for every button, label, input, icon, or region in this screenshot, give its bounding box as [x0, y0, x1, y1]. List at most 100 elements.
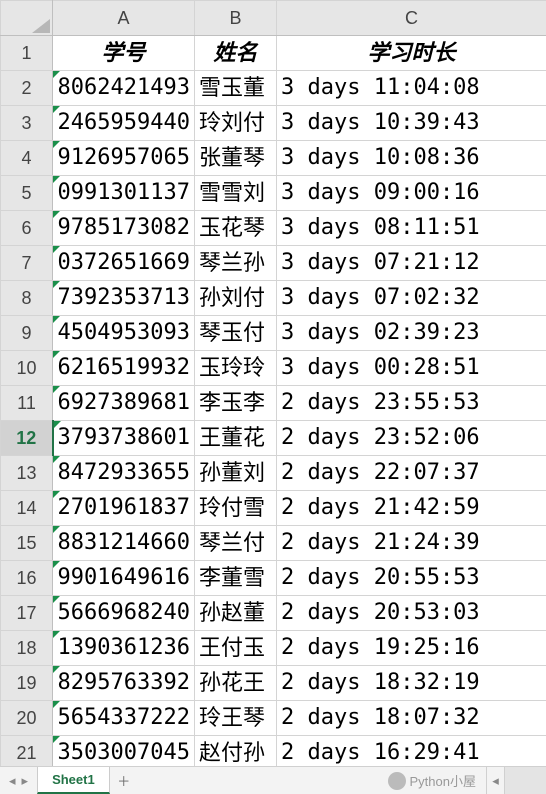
cell-B8[interactable]: 孙刘付 — [195, 281, 277, 316]
row-header[interactable]: 3 — [1, 106, 53, 141]
cell-A2[interactable]: 8062421493 — [53, 71, 195, 106]
watermark: Python小屋 — [378, 767, 486, 794]
nav-next-icon[interactable]: ▸ — [22, 773, 29, 789]
cell-B7[interactable]: 琴兰孙 — [195, 246, 277, 281]
cell-A6[interactable]: 9785173082 — [53, 211, 195, 246]
watermark-avatar-icon — [388, 772, 406, 790]
cell-B1[interactable]: 姓名 — [195, 36, 277, 71]
row-header[interactable]: 11 — [1, 386, 53, 421]
watermark-text: Python小屋 — [410, 771, 476, 790]
row-header[interactable]: 10 — [1, 351, 53, 386]
hscroll-left-button[interactable]: ◂ — [486, 767, 504, 794]
cell-B11[interactable]: 李玉李 — [195, 386, 277, 421]
row-header[interactable]: 13 — [1, 456, 53, 491]
cell-C6[interactable]: 3 days 08:11:51 — [277, 211, 546, 246]
cell-A21[interactable]: 3503007045 — [53, 736, 195, 767]
cell-A5[interactable]: 0991301137 — [53, 176, 195, 211]
cell-A19[interactable]: 8295763392 — [53, 666, 195, 701]
cell-A14[interactable]: 2701961837 — [53, 491, 195, 526]
cell-C16[interactable]: 2 days 20:55:53 — [277, 561, 546, 596]
row-header[interactable]: 17 — [1, 596, 53, 631]
cell-A18[interactable]: 1390361236 — [53, 631, 195, 666]
cell-A10[interactable]: 6216519932 — [53, 351, 195, 386]
row-header[interactable]: 18 — [1, 631, 53, 666]
cell-B2[interactable]: 雪玉董 — [195, 71, 277, 106]
cell-A9[interactable]: 4504953093 — [53, 316, 195, 351]
cell-A4[interactable]: 9126957065 — [53, 141, 195, 176]
cell-C18[interactable]: 2 days 19:25:16 — [277, 631, 546, 666]
sheet-tab-active[interactable]: Sheet1 — [37, 767, 110, 794]
nav-prev-icon[interactable]: ◂ — [9, 773, 16, 789]
row-header[interactable]: 5 — [1, 176, 53, 211]
cell-B14[interactable]: 玲付雪 — [195, 491, 277, 526]
cell-C13[interactable]: 2 days 22:07:37 — [277, 456, 546, 491]
col-header-c[interactable]: C — [277, 1, 546, 36]
row-header[interactable]: 7 — [1, 246, 53, 281]
cell-A20[interactable]: 5654337222 — [53, 701, 195, 736]
row-header[interactable]: 19 — [1, 666, 53, 701]
cell-C10[interactable]: 3 days 00:28:51 — [277, 351, 546, 386]
cell-C19[interactable]: 2 days 18:32:19 — [277, 666, 546, 701]
cell-C14[interactable]: 2 days 21:42:59 — [277, 491, 546, 526]
cell-C7[interactable]: 3 days 07:21:12 — [277, 246, 546, 281]
cell-A1[interactable]: 学号 — [53, 36, 195, 71]
row-header[interactable]: 9 — [1, 316, 53, 351]
select-all-corner[interactable] — [1, 1, 53, 36]
cell-C3[interactable]: 3 days 10:39:43 — [277, 106, 546, 141]
cell-C20[interactable]: 2 days 18:07:32 — [277, 701, 546, 736]
cell-B13[interactable]: 孙董刘 — [195, 456, 277, 491]
cell-C8[interactable]: 3 days 07:02:32 — [277, 281, 546, 316]
row-header[interactable]: 20 — [1, 701, 53, 736]
cell-C4[interactable]: 3 days 10:08:36 — [277, 141, 546, 176]
cell-B6[interactable]: 玉花琴 — [195, 211, 277, 246]
cell-B12[interactable]: 王董花 — [195, 421, 277, 456]
row-header[interactable]: 8 — [1, 281, 53, 316]
cell-B18[interactable]: 王付玉 — [195, 631, 277, 666]
cell-C17[interactable]: 2 days 20:53:03 — [277, 596, 546, 631]
cell-C2[interactable]: 3 days 11:04:08 — [277, 71, 546, 106]
cell-B4[interactable]: 张董琴 — [195, 141, 277, 176]
cell-C1[interactable]: 学习时长 — [277, 36, 546, 71]
cell-A12[interactable]: 3793738601 — [53, 421, 195, 456]
cell-C9[interactable]: 3 days 02:39:23 — [277, 316, 546, 351]
cell-B17[interactable]: 孙赵董 — [195, 596, 277, 631]
row-header[interactable]: 1 — [1, 36, 53, 71]
row-header[interactable]: 15 — [1, 526, 53, 561]
cell-B15[interactable]: 琴兰付 — [195, 526, 277, 561]
row-header[interactable]: 4 — [1, 141, 53, 176]
row-header[interactable]: 14 — [1, 491, 53, 526]
cell-B10[interactable]: 玉玲玲 — [195, 351, 277, 386]
cell-A15[interactable]: 8831214660 — [53, 526, 195, 561]
row-header[interactable]: 21 — [1, 736, 53, 767]
spreadsheet-grid[interactable]: A B C 1学号姓名学习时长 28062421493雪玉董3 days 11:0… — [0, 0, 546, 766]
row-header[interactable]: 12 — [1, 421, 53, 456]
row-header[interactable]: 2 — [1, 71, 53, 106]
grid-table: A B C 1学号姓名学习时长 28062421493雪玉董3 days 11:0… — [0, 0, 546, 766]
tab-nav: ◂ ▸ — [0, 767, 37, 794]
cell-A3[interactable]: 2465959440 — [53, 106, 195, 141]
col-header-a[interactable]: A — [53, 1, 195, 36]
cell-A16[interactable]: 9901649616 — [53, 561, 195, 596]
cell-C11[interactable]: 2 days 23:55:53 — [277, 386, 546, 421]
cell-C5[interactable]: 3 days 09:00:16 — [277, 176, 546, 211]
cell-A7[interactable]: 0372651669 — [53, 246, 195, 281]
cell-C15[interactable]: 2 days 21:24:39 — [277, 526, 546, 561]
cell-B3[interactable]: 玲刘付 — [195, 106, 277, 141]
cell-B19[interactable]: 孙花王 — [195, 666, 277, 701]
cell-A11[interactable]: 6927389681 — [53, 386, 195, 421]
cell-B20[interactable]: 玲王琴 — [195, 701, 277, 736]
cell-A13[interactable]: 8472933655 — [53, 456, 195, 491]
cell-C21[interactable]: 2 days 16:29:41 — [277, 736, 546, 767]
row-header[interactable]: 16 — [1, 561, 53, 596]
cell-B16[interactable]: 李董雪 — [195, 561, 277, 596]
hscroll-track[interactable] — [504, 767, 546, 794]
cell-A8[interactable]: 7392353713 — [53, 281, 195, 316]
add-sheet-button[interactable]: ＋ — [110, 767, 138, 794]
cell-B5[interactable]: 雪雪刘 — [195, 176, 277, 211]
cell-A17[interactable]: 5666968240 — [53, 596, 195, 631]
cell-B9[interactable]: 琴玉付 — [195, 316, 277, 351]
col-header-b[interactable]: B — [195, 1, 277, 36]
cell-B21[interactable]: 赵付孙 — [195, 736, 277, 767]
cell-C12[interactable]: 2 days 23:52:06 — [277, 421, 546, 456]
row-header[interactable]: 6 — [1, 211, 53, 246]
